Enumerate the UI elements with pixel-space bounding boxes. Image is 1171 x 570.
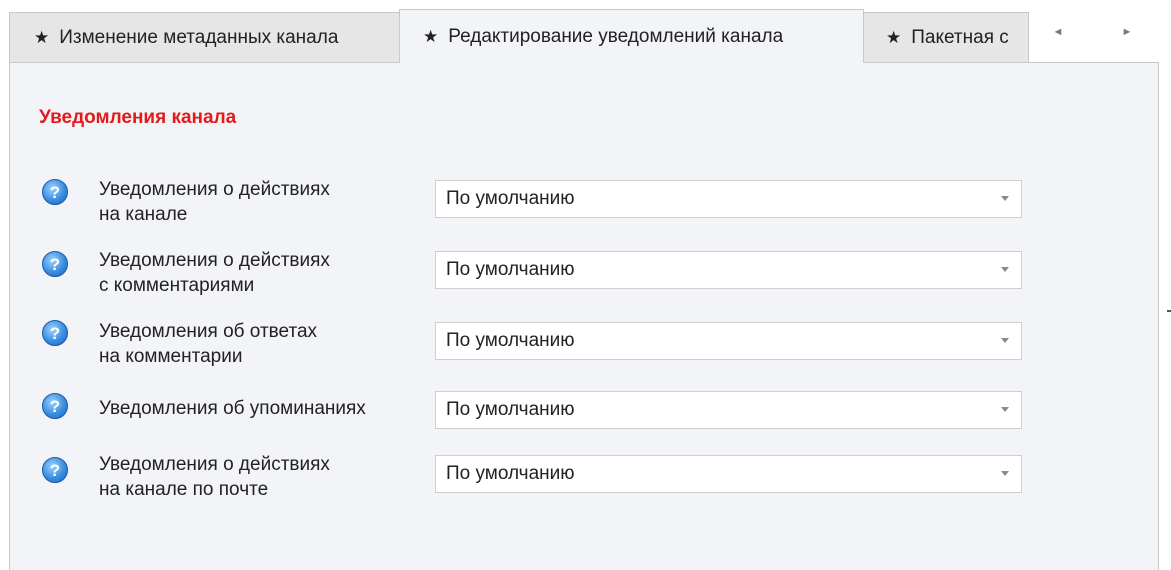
setting-label: Уведомления об ответах на комментарии — [99, 319, 419, 369]
setting-label: Уведомления о действиях на канале — [99, 177, 419, 227]
setting-label-line: Уведомления об упоминаниях — [99, 398, 366, 419]
section-title: Уведомления канала — [39, 107, 237, 128]
tab-label: Пакетная с — [911, 26, 1009, 48]
chevron-down-icon — [1001, 407, 1009, 412]
setting-label-line: Уведомления о действиях — [99, 250, 330, 271]
help-icon[interactable]: ? — [42, 251, 68, 277]
help-icon[interactable]: ? — [42, 179, 68, 205]
notification-select[interactable]: По умолчанию — [435, 251, 1022, 289]
notification-select[interactable]: По умолчанию — [435, 391, 1022, 429]
setting-label-line: Уведомления о действиях — [99, 179, 330, 200]
setting-label: Уведомления об упоминаниях — [99, 396, 419, 421]
setting-label: Уведомления о действиях на канале по поч… — [99, 452, 419, 502]
setting-label-line: на комментарии — [99, 346, 243, 367]
tab-strip: ★ Изменение метаданных канала ★ Редактир… — [0, 0, 1171, 63]
tab-batch[interactable]: ★ Пакетная с — [863, 12, 1029, 62]
scroll-left-icon[interactable]: ◄ — [1048, 22, 1068, 42]
chevron-down-icon — [1001, 196, 1009, 201]
chevron-down-icon — [1001, 338, 1009, 343]
select-value: По умолчанию — [446, 463, 575, 484]
setting-row: ? Уведомления об ответах на комментарии … — [10, 319, 1110, 381]
star-icon: ★ — [423, 26, 439, 46]
help-icon[interactable]: ? — [42, 393, 68, 419]
setting-label: Уведомления о действиях с комментариями — [99, 248, 419, 298]
notification-select[interactable]: По умолчанию — [435, 322, 1022, 360]
channel-settings-window: ★ Изменение метаданных канала ★ Редактир… — [0, 0, 1171, 570]
setting-row: ? Уведомления о действиях с комментариям… — [10, 247, 1110, 309]
setting-label-line: Уведомления об ответах — [99, 321, 318, 342]
help-icon[interactable]: ? — [42, 457, 68, 483]
tab-label: Редактирование уведомлений канала — [448, 25, 784, 47]
select-value: По умолчанию — [446, 259, 575, 280]
notification-select[interactable]: По умолчанию — [435, 455, 1022, 493]
setting-label-line: Уведомления о действиях — [99, 454, 330, 475]
tab-label: Изменение метаданных канала — [59, 26, 339, 48]
select-value: По умолчанию — [446, 399, 575, 420]
setting-row: ? Уведомления о действиях на канале по п… — [10, 451, 1110, 513]
tab-edit-channel-metadata[interactable]: ★ Изменение метаданных канала — [9, 12, 400, 62]
tab-edit-channel-notifications[interactable]: ★ Редактирование уведомлений канала — [399, 9, 864, 63]
setting-row: ? Уведомления о действиях на канале По у… — [10, 175, 1110, 237]
scroll-right-icon[interactable]: ► — [1117, 22, 1137, 42]
select-value: По умолчанию — [446, 330, 575, 351]
window-edge — [1165, 63, 1171, 570]
chevron-down-icon — [1001, 471, 1009, 476]
star-icon: ★ — [34, 27, 50, 47]
setting-label-line: с комментариями — [99, 275, 255, 296]
setting-label-line: на канале — [99, 204, 188, 225]
help-icon[interactable]: ? — [42, 320, 68, 346]
edge-mark — [1167, 310, 1171, 312]
chevron-down-icon — [1001, 267, 1009, 272]
star-icon: ★ — [886, 27, 902, 47]
select-value: По умолчанию — [446, 188, 575, 209]
setting-row: ? Уведомления об упоминаниях По умолчани… — [10, 391, 1110, 453]
setting-label-line: на канале по почте — [99, 479, 269, 500]
notification-select[interactable]: По умолчанию — [435, 180, 1022, 218]
notifications-panel: Уведомления канала ? Уведомления о дейст… — [9, 62, 1159, 570]
